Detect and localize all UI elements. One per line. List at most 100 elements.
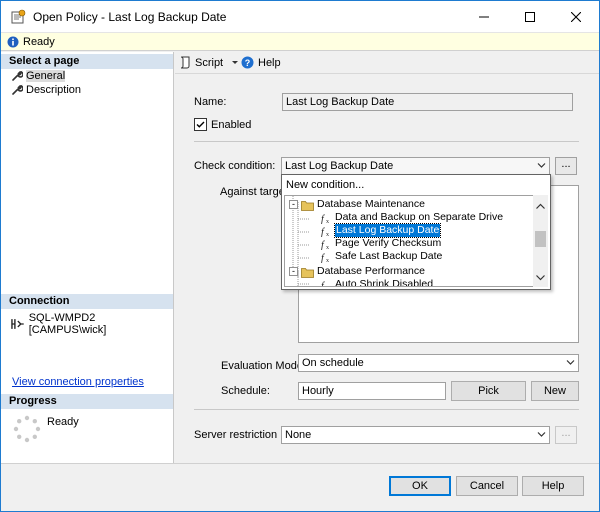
tree-item-condition[interactable]: fx Page Verify Checksum <box>319 237 441 250</box>
progress-status: Ready <box>47 416 79 428</box>
tree-scrollbar[interactable] <box>533 195 548 287</box>
collapse-icon[interactable]: - <box>289 267 298 276</box>
close-button[interactable] <box>553 1 599 32</box>
tree-label: Auto Shrink Disabled <box>335 278 434 287</box>
status-info-bar: Ready <box>1 32 599 51</box>
server-connection-icon <box>11 319 24 329</box>
enabled-checkbox[interactable] <box>194 118 207 131</box>
server-restriction-browse-button: ... <box>555 426 577 444</box>
policy-app-icon <box>11 9 26 24</box>
page-item-general[interactable]: General <box>11 70 66 82</box>
window-title: Open Policy - Last Log Backup Date <box>33 10 227 24</box>
condition-function-icon: fx <box>321 227 329 237</box>
folder-icon <box>301 267 314 278</box>
left-pane: Select a page General Description Connec… <box>1 52 174 463</box>
connection-label: SQL-WMPD2 [CAMPUS\wick] <box>28 312 107 336</box>
server-restriction-combo[interactable]: None <box>281 426 550 444</box>
title-bar[interactable]: Open Policy - Last Log Backup Date <box>1 1 599 32</box>
wrench-icon <box>12 84 23 95</box>
toolbar: Script ? Help <box>175 52 599 74</box>
scroll-up-icon[interactable] <box>536 203 545 209</box>
tree-item-condition[interactable]: fx Safe Last Backup Date <box>319 250 442 263</box>
tree-label: Safe Last Backup Date <box>335 250 443 262</box>
connection-info: SQL-WMPD2 [CAMPUS\wick] <box>10 312 173 336</box>
svg-text:x: x <box>326 245 329 250</box>
scroll-down-icon[interactable] <box>536 275 545 281</box>
svg-text:f: f <box>321 240 325 250</box>
script-icon <box>180 56 190 69</box>
schedule-label: Schedule: <box>221 385 270 397</box>
tree-label: Last Log Backup Date <box>333 223 442 238</box>
tree-label: Database Performance <box>317 265 425 277</box>
collapse-icon[interactable]: - <box>289 200 298 209</box>
svg-text:x: x <box>326 258 329 263</box>
help-label: Help <box>258 56 281 69</box>
server-restriction-value: None <box>285 429 312 441</box>
svg-text:f: f <box>321 281 325 288</box>
check-condition-label: Check condition: <box>194 160 276 172</box>
chevron-down-icon <box>537 432 546 437</box>
checkmark-icon <box>196 121 205 128</box>
help-icon: ? <box>241 56 254 69</box>
minimize-button[interactable] <box>461 1 507 32</box>
tree-item-condition[interactable]: fx Auto Shrink Disabled <box>319 278 434 288</box>
separator <box>194 141 579 142</box>
svg-text:x: x <box>326 232 329 237</box>
help-button[interactable]: Help <box>522 476 584 496</box>
select-page-header: Select a page <box>1 54 173 69</box>
tree-item-condition[interactable]: fx Data and Backup on Separate Drive <box>319 211 503 224</box>
progress-spinner-icon <box>13 415 41 443</box>
info-icon <box>7 36 19 48</box>
close-icon <box>571 11 581 22</box>
pick-schedule-button[interactable]: Pick <box>451 381 526 401</box>
minimize-icon <box>479 16 489 17</box>
script-button[interactable]: Script <box>179 56 245 69</box>
page-item-description[interactable]: Description <box>11 84 81 96</box>
check-condition-combo[interactable]: Last Log Backup Date <box>281 157 550 175</box>
page-label-description: Description <box>26 84 82 96</box>
new-condition-item[interactable]: New condition... <box>286 179 364 191</box>
view-connection-properties-link[interactable]: View connection properties <box>12 376 144 388</box>
tree-label: Database Maintenance <box>317 198 425 210</box>
separator <box>194 409 579 410</box>
policy-dialog-window: Open Policy - Last Log Backup Date Ready… <box>0 0 600 512</box>
wrench-icon <box>12 70 23 81</box>
svg-text:x: x <box>326 286 329 288</box>
name-field[interactable]: Last Log Backup Date <box>282 93 573 111</box>
dialog-button-bar: OK Cancel Help <box>1 463 599 511</box>
tree-folder-database-performance[interactable]: - Database Performance <box>289 265 425 278</box>
folder-icon <box>301 200 314 211</box>
evaluation-mode-combo[interactable]: On schedule <box>298 354 579 372</box>
server-restriction-label: Server restriction <box>194 429 278 441</box>
svg-text:f: f <box>321 227 325 237</box>
ok-button[interactable]: OK <box>389 476 451 496</box>
check-condition-dropdown[interactable]: New condition... - Database Maintenance … <box>281 174 551 290</box>
page-label-general: General <box>26 70 66 82</box>
script-label: Script <box>195 56 224 69</box>
tree-folder-database-maintenance[interactable]: - Database Maintenance <box>289 198 425 211</box>
connection-header: Connection <box>1 294 173 309</box>
condition-function-icon: fx <box>321 214 329 224</box>
status-text: Ready <box>23 36 55 48</box>
condition-function-icon: fx <box>321 240 329 250</box>
svg-text:x: x <box>326 219 329 224</box>
schedule-field[interactable]: Hourly <box>298 382 446 400</box>
condition-function-icon: fx <box>321 253 329 263</box>
new-schedule-button[interactable]: New <box>531 381 579 401</box>
svg-text:?: ? <box>245 58 251 68</box>
progress-header: Progress <box>1 394 173 409</box>
cancel-button[interactable]: Cancel <box>456 476 518 496</box>
tree-label: Page Verify Checksum <box>335 237 442 249</box>
help-toolbar-button[interactable]: ? Help <box>241 56 281 69</box>
chevron-down-icon[interactable] <box>229 59 241 67</box>
tree-item-condition-selected[interactable]: fx Last Log Backup Date <box>319 223 442 238</box>
chevron-down-icon <box>537 163 546 168</box>
name-label: Name: <box>194 96 227 108</box>
condition-tree[interactable]: - Database Maintenance fx Data and Backu… <box>284 195 536 287</box>
maximize-icon <box>525 11 535 22</box>
check-condition-browse-button[interactable]: ... <box>555 157 577 175</box>
check-condition-value: Last Log Backup Date <box>285 160 394 172</box>
svg-text:f: f <box>321 214 325 224</box>
maximize-button[interactable] <box>507 1 553 32</box>
scrollbar-thumb[interactable] <box>535 231 546 247</box>
